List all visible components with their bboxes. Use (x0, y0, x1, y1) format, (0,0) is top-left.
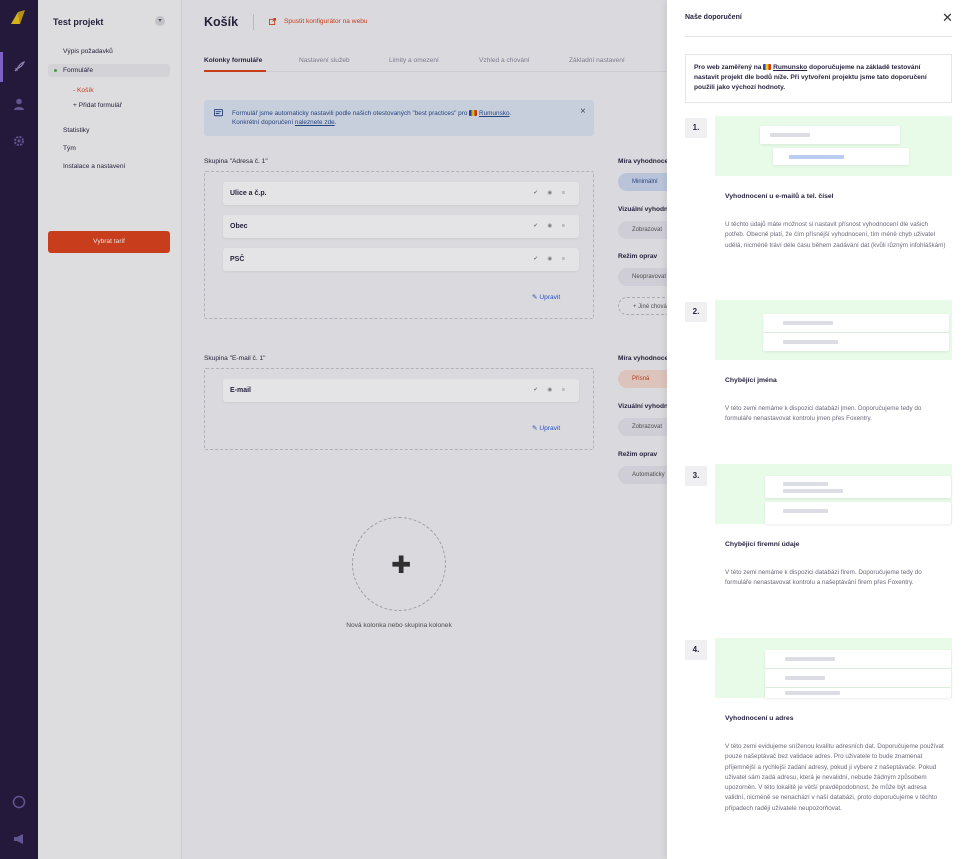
step-illustration-email (715, 116, 952, 176)
step-description: V této zemi evidujeme sníženou kvalitu a… (725, 743, 944, 812)
step-number: 3. (685, 466, 707, 486)
step-number: 2. (685, 302, 707, 322)
illustration-input (765, 476, 951, 498)
step-illustration-names (715, 300, 952, 360)
close-icon[interactable]: ✕ (942, 10, 953, 26)
drawer-title: Naše doporučení (685, 14, 742, 21)
step-title: Chybějící jména (725, 377, 777, 384)
intro-text-a: Pro web zaměřený na (694, 64, 762, 71)
illustration-input (765, 688, 951, 698)
illustration-input (760, 126, 900, 144)
modal-backdrop[interactable] (0, 0, 667, 859)
illustration-input (763, 333, 949, 351)
step-number: 4. (685, 640, 707, 660)
illustration-input (765, 502, 951, 524)
illustration-suggestion (773, 148, 909, 165)
step-description: V této zemi nemáme k dispozici databázi … (725, 405, 922, 423)
step-illustration-companies (715, 464, 952, 524)
illustration-input (765, 650, 951, 668)
illustration-input (763, 314, 949, 332)
step-description: U těchto údajů máte možnost si nastavit … (725, 221, 946, 249)
step-description: V této zemi nemáme k dispozici databázi … (725, 569, 922, 587)
drawer-intro: Pro web zaměřený na Rumunsko doporučujem… (685, 54, 952, 103)
step-illustration-addresses (715, 638, 952, 698)
step-title: Vyhodnocení u adres (725, 715, 794, 722)
drawer-divider (685, 36, 952, 37)
illustration-input (765, 669, 951, 687)
step-title: Vyhodnocení u e-mailů a tel. čísel (725, 193, 834, 200)
step-title: Chybějící firemní údaje (725, 541, 800, 548)
step-number: 1. (685, 118, 707, 138)
romania-flag-icon (763, 64, 772, 70)
recommendation-drawer: Naše doporučení ✕ Pro web zaměřený na Ru… (667, 0, 970, 859)
intro-country-link[interactable]: Rumunsko (773, 64, 807, 71)
